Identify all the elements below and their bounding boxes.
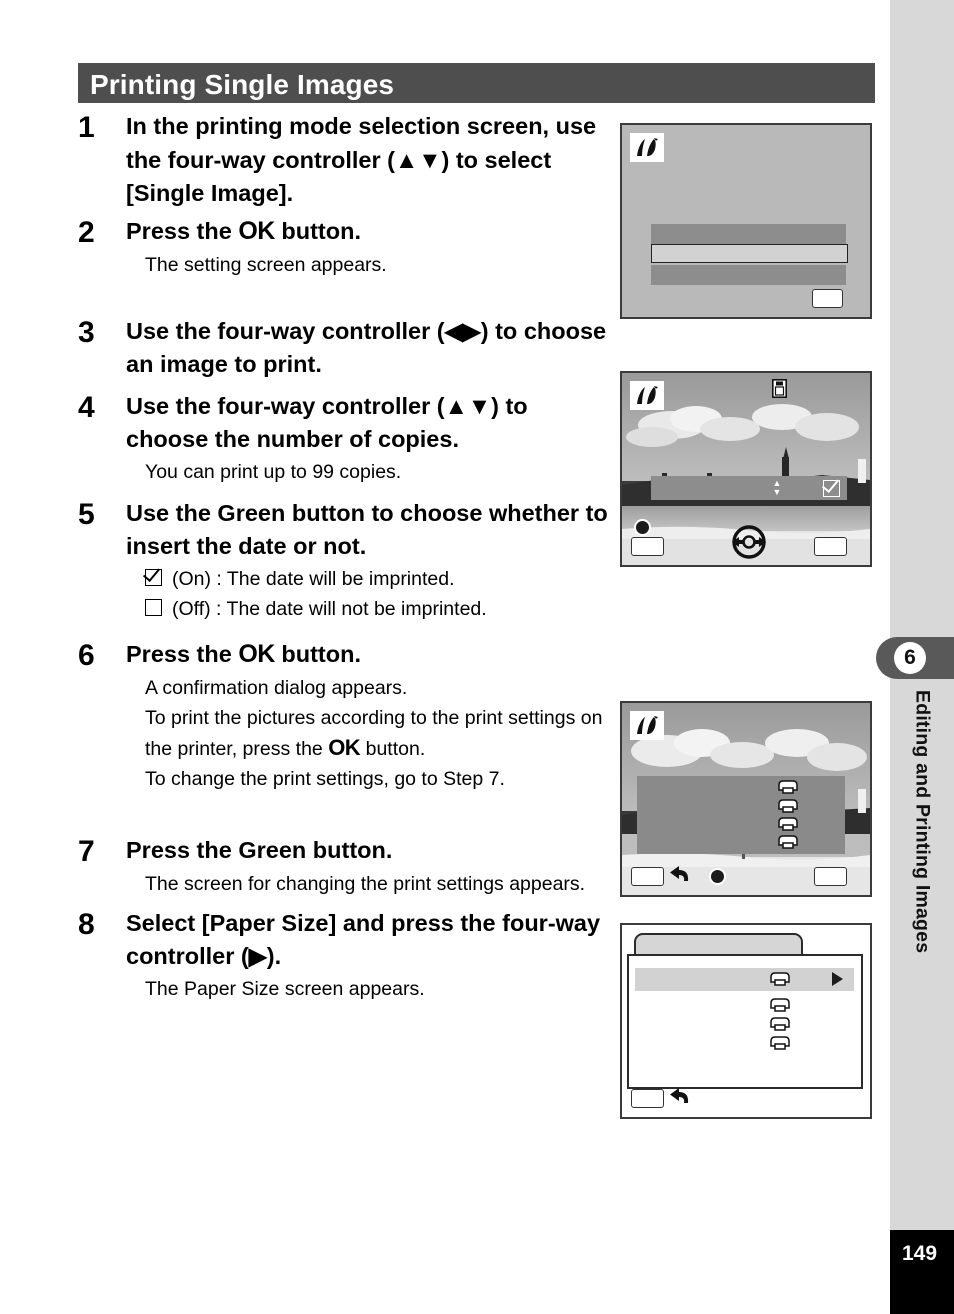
- chapter-sidebar: 6 Editing and Printing Images: [876, 0, 954, 1314]
- chapter-title-text: Editing and Printing Images: [911, 690, 934, 954]
- menu-item-row-2-selected[interactable]: [651, 244, 848, 263]
- back-arrow-icon[interactable]: [666, 863, 692, 887]
- step-3-title: Use the four-way controller (◀▶) to choo…: [126, 317, 607, 378]
- step-7-body: The screen for changing the print settin…: [145, 872, 586, 895]
- chapter-title: Editing and Printing Images: [890, 690, 954, 1120]
- step-4-title: Use the four-way controller (▲▼) to choo…: [126, 392, 528, 453]
- menu-item-row-1[interactable]: [651, 224, 846, 244]
- step-2: 2 Press the OK button. The setting scree…: [78, 215, 608, 280]
- left-softkey-button[interactable]: [631, 1089, 664, 1108]
- step-5-number: 5: [78, 497, 95, 531]
- four-way-controller-icon[interactable]: [728, 521, 770, 563]
- step-6-number: 6: [78, 638, 95, 672]
- step-8-title: Select [Paper Size] and press the four-w…: [126, 909, 601, 970]
- step-5: 5 Use the Green button to choose whether…: [78, 497, 608, 624]
- step-1-title: In the printing mode selection screen, u…: [126, 113, 597, 206]
- step-7-title: Press the Green button.: [126, 836, 393, 863]
- ok-button-glyph: OK: [238, 639, 275, 668]
- memory-card-icon: [772, 379, 787, 398]
- step-7-number: 7: [78, 834, 95, 868]
- step-8-number: 8: [78, 907, 95, 941]
- step-4-number: 4: [78, 390, 95, 424]
- page-number-block: 149: [890, 1230, 954, 1314]
- green-button-icon[interactable]: [709, 868, 726, 885]
- step-6-body-line-3: To change the print settings, go to Step…: [145, 767, 505, 790]
- up-down-arrows-icon: ▲ ▼: [772, 478, 782, 497]
- softkey-button[interactable]: [812, 289, 843, 308]
- printer-icon: [778, 780, 798, 794]
- print-settings-menu-screen: [620, 923, 872, 1119]
- step-2-body: The setting screen appears.: [145, 253, 387, 276]
- date-checkbox-icon[interactable]: [823, 480, 840, 497]
- step-6-title-prefix: Press the: [126, 640, 239, 667]
- step-2-number: 2: [78, 215, 95, 249]
- pictbridge-logo-icon: [630, 381, 664, 410]
- page-number-text: 149: [902, 1242, 938, 1265]
- print-confirmation-screen: [620, 701, 872, 897]
- ok-button-glyph: OK: [238, 216, 275, 245]
- image-and-copies-screen: ▲ ▼: [620, 371, 872, 567]
- right-softkey-button[interactable]: [814, 537, 847, 556]
- step-8-body: The Paper Size screen appears.: [145, 977, 425, 1000]
- printer-icon: [778, 835, 798, 849]
- step-1-number: 1: [78, 111, 95, 144]
- printer-icon: [778, 799, 798, 813]
- step-6-body-line-2: To print the pictures according to the p…: [145, 703, 608, 764]
- step-2-title-suffix: button.: [274, 217, 361, 244]
- unchecked-box-icon: [145, 598, 162, 616]
- date-off-label: (Off) : The date will not be imprinted.: [172, 597, 487, 620]
- printing-mode-selection-screen: [620, 123, 872, 319]
- checked-box-icon: [145, 568, 162, 586]
- date-on-option: (On) : The date will be imprinted.: [145, 564, 608, 594]
- back-arrow-icon[interactable]: [666, 1085, 692, 1109]
- ok-button-glyph: OK: [328, 734, 361, 760]
- pictbridge-logo-icon: [630, 133, 664, 162]
- step-6: 6 Press the OK button. A confirmation di…: [78, 638, 608, 794]
- step-6-body-text-end: button.: [360, 737, 426, 760]
- copies-and-date-bar[interactable]: ▲ ▼: [651, 476, 847, 500]
- page-title: Printing Single Images: [90, 69, 395, 100]
- date-on-label: (On) : The date will be imprinted.: [172, 567, 455, 590]
- printer-icon: [770, 972, 790, 986]
- pictbridge-logo-icon: [630, 711, 664, 740]
- menu-item-paper-size-selected[interactable]: [635, 968, 854, 991]
- step-4-body: You can print up to 99 copies.: [145, 460, 402, 483]
- green-button-icon[interactable]: [634, 519, 651, 536]
- menu-item-row-3[interactable]: [651, 265, 846, 285]
- step-7: 7 Press the Green button. The screen for…: [78, 834, 608, 899]
- printer-icon: [778, 817, 798, 831]
- date-off-option: (Off) : The date will not be imprinted.: [145, 594, 608, 624]
- step-4: 4 Use the four-way controller (▲▼) to ch…: [78, 390, 608, 487]
- step-6-body-line-1: A confirmation dialog appears.: [145, 676, 408, 699]
- step-8: 8 Select [Paper Size] and press the four…: [78, 907, 608, 1004]
- step-2-title-prefix: Press the: [126, 217, 239, 244]
- instruction-steps: 1 In the printing mode selection screen,…: [78, 110, 608, 1004]
- step-3-number: 3: [78, 315, 95, 349]
- left-softkey-button[interactable]: [631, 867, 664, 886]
- confirmation-dialog-panel: [637, 776, 845, 854]
- step-1: 1 In the printing mode selection screen,…: [78, 110, 608, 211]
- step-3: 3 Use the four-way controller (◀▶) to ch…: [78, 315, 608, 382]
- step-6-title: Press the OK button.: [126, 638, 608, 672]
- chapter-number: 6: [894, 642, 926, 674]
- right-softkey-button[interactable]: [814, 867, 847, 886]
- left-softkey-button[interactable]: [631, 537, 664, 556]
- step-6-title-suffix: button.: [274, 640, 361, 667]
- printer-icon: [770, 1017, 790, 1031]
- menu-panel: [627, 954, 863, 1089]
- printer-icon: [770, 998, 790, 1012]
- step-6-body: A confirmation dialog appears. To print …: [145, 673, 608, 794]
- right-chevron-icon: [832, 972, 843, 986]
- printer-icon: [770, 1036, 790, 1050]
- page-title-bar: Printing Single Images: [78, 63, 875, 103]
- chapter-tab: 6: [876, 637, 954, 679]
- step-5-title: Use the Green button to choose whether t…: [126, 499, 608, 560]
- step-2-title: Press the OK button.: [126, 215, 608, 249]
